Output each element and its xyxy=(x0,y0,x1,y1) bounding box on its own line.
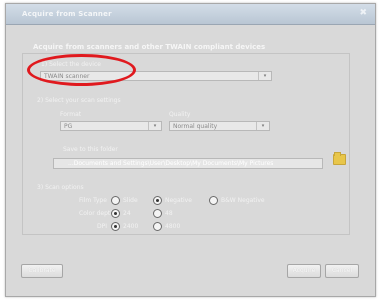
scan-options-section-label: 3) Scan options xyxy=(37,184,84,191)
calibrate-button[interactable]: Calibrate xyxy=(21,264,63,278)
film-type-label: Film Type xyxy=(79,197,107,204)
dpi-2400-label: 2400 xyxy=(123,223,139,230)
red-highlight-circle xyxy=(27,54,136,86)
title-bar: Acquire from Scanner ✖ xyxy=(6,4,375,25)
folder-browse-icon[interactable] xyxy=(333,152,346,165)
scan-settings-section-label: 2) Select your scan settings xyxy=(37,97,121,104)
chevron-down-icon[interactable]: ▾ xyxy=(258,72,271,80)
chevron-down-icon[interactable]: ▾ xyxy=(148,122,161,130)
chevron-down-icon[interactable]: ▾ xyxy=(256,122,269,130)
color-depth-48-radio[interactable] xyxy=(153,209,162,218)
color-depth-24-label: 24 xyxy=(123,210,131,217)
dialog-heading: Acquire from scanners and other TWAIN co… xyxy=(33,43,266,51)
film-type-slide-label: Slide xyxy=(123,197,138,204)
window-title: Acquire from Scanner xyxy=(22,10,112,18)
film-type-slide-radio[interactable] xyxy=(111,196,120,205)
save-path-label: Save to this folder xyxy=(63,146,118,153)
dpi-2400-radio[interactable] xyxy=(111,222,120,231)
format-select[interactable]: PG ▾ xyxy=(60,121,162,131)
close-icon[interactable]: ✖ xyxy=(359,8,367,18)
format-select-value: PG xyxy=(64,123,73,130)
dpi-4800-radio[interactable] xyxy=(153,222,162,231)
save-path-field[interactable]: ...Documents and Settings\User\Desktop\M… xyxy=(53,158,323,169)
cancel-button[interactable]: Cancel xyxy=(325,264,359,278)
film-type-negative-radio[interactable] xyxy=(153,196,162,205)
quality-select-value: Normal quality xyxy=(173,123,218,130)
film-type-negative-label: Negative xyxy=(165,197,192,204)
film-type-bw-negative-label: B&W Negative xyxy=(221,197,265,204)
dpi-4800-label: 4800 xyxy=(165,223,181,230)
color-depth-48-label: 48 xyxy=(165,210,173,217)
quality-label: Quality xyxy=(169,111,191,118)
dpi-label: DPI xyxy=(97,223,108,230)
color-depth-label: Color depth xyxy=(79,210,115,217)
acquire-button[interactable]: Acquire xyxy=(287,264,321,278)
color-depth-24-radio[interactable] xyxy=(111,209,120,218)
format-label: Format xyxy=(60,111,82,118)
quality-select[interactable]: Normal quality ▾ xyxy=(169,121,270,131)
save-path-value: ...Documents and Settings\User\Desktop\M… xyxy=(68,160,274,167)
film-type-bw-negative-radio[interactable] xyxy=(209,196,218,205)
